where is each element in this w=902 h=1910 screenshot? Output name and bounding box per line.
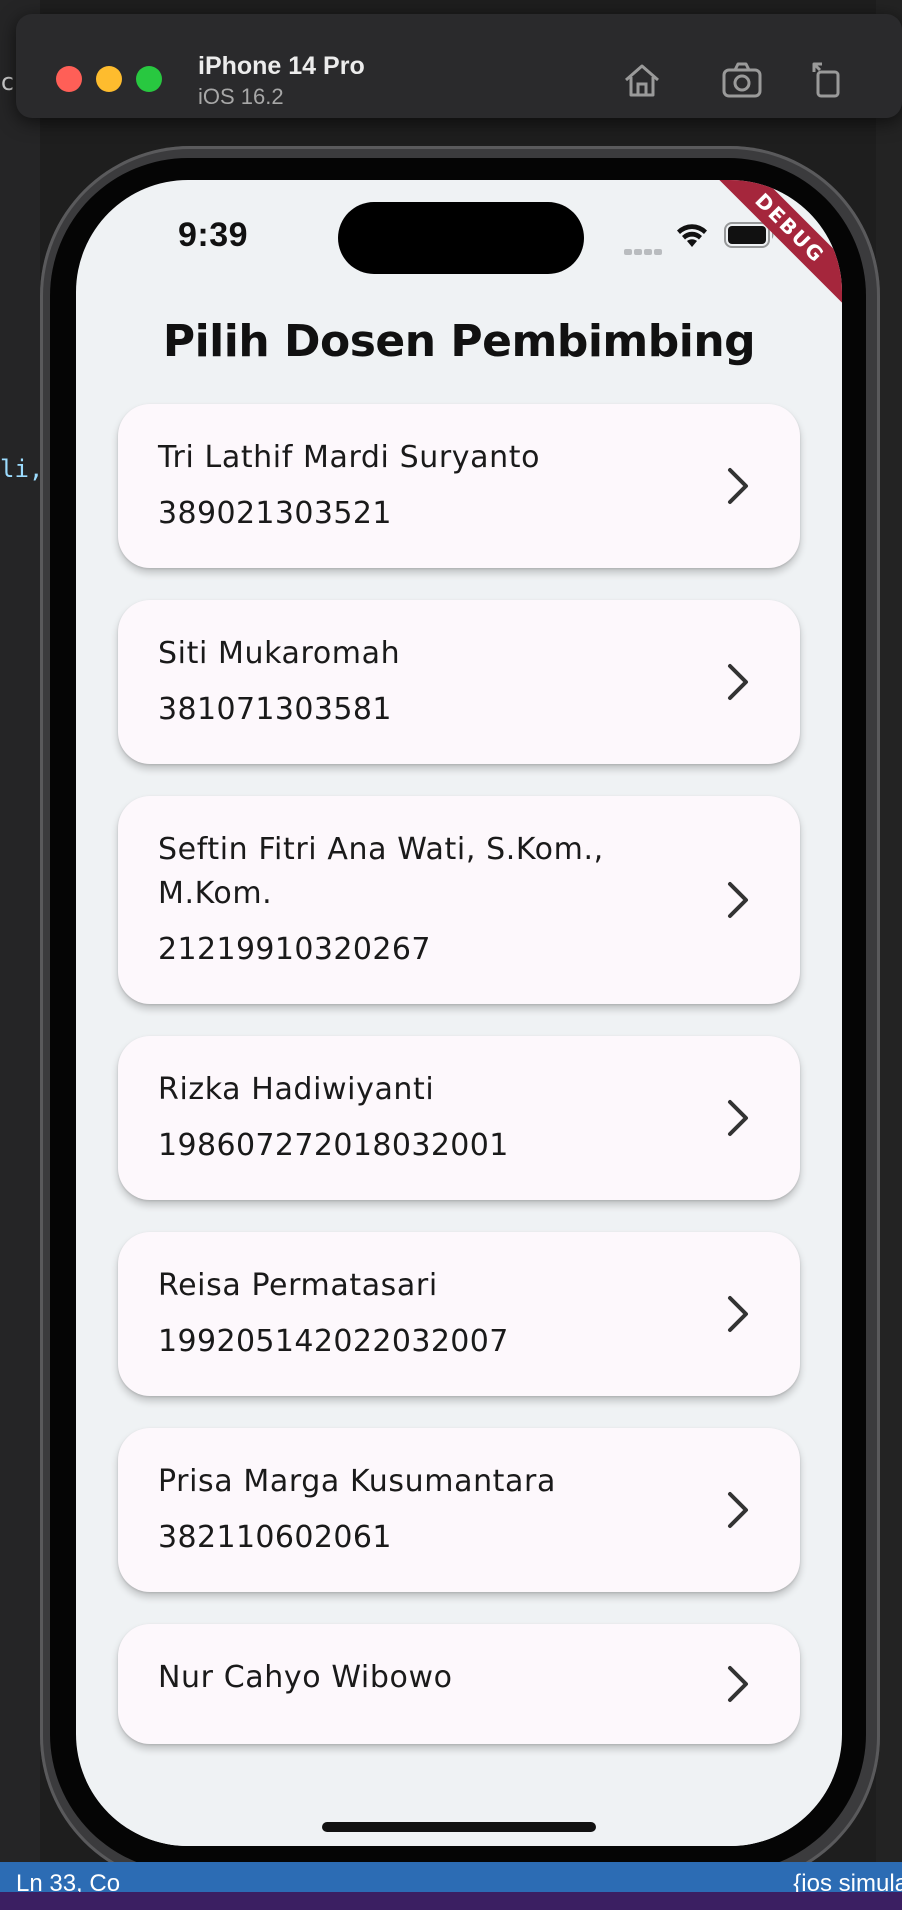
lecturer-card[interactable]: Siti Mukaromah 381071303581 — [118, 600, 800, 764]
lecturer-name: Rizka Hadiwiyanti — [158, 1072, 435, 1107]
lecturer-name: Siti Mukaromah — [158, 636, 401, 671]
cellular-signal-icon — [624, 240, 664, 255]
screen-bottom-safe-area — [76, 1780, 842, 1846]
home-indicator[interactable] — [322, 1822, 596, 1832]
chevron-right-icon — [728, 664, 748, 700]
lecturer-nip: 381071303581 — [158, 692, 392, 727]
home-icon — [625, 64, 659, 97]
screenshot-button[interactable] — [720, 58, 764, 102]
rotate-icon — [812, 62, 840, 98]
lecturer-card[interactable]: Rizka Hadiwiyanti 198607272018032001 — [118, 1036, 800, 1200]
ide-code-fragment: li, — [0, 455, 44, 483]
camera-icon — [722, 62, 762, 98]
lecturer-nip: 382110602061 — [158, 1520, 392, 1555]
lecturer-name: Prisa Marga Kusumantara — [158, 1464, 556, 1499]
chevron-right-icon — [728, 882, 748, 918]
lecturer-card[interactable]: Prisa Marga Kusumantara 382110602061 — [118, 1428, 800, 1592]
lecturer-card[interactable]: Nur Cahyo Wibowo — [118, 1624, 800, 1744]
lecturer-name: Reisa Permatasari — [158, 1268, 438, 1303]
lecturer-nip: 198607272018032001 — [158, 1128, 509, 1163]
chevron-right-icon — [728, 1100, 748, 1136]
chevron-right-icon — [728, 1296, 748, 1332]
simulator-device-name: iPhone 14 Pro — [198, 52, 365, 80]
dynamic-island — [338, 202, 584, 274]
lecturer-name: Tri Lathif Mardi Suryanto — [158, 440, 541, 475]
lecturer-card[interactable]: Reisa Permatasari 199205142022032007 — [118, 1232, 800, 1396]
lecturer-list: Tri Lathif Mardi Suryanto 389021303521 S… — [118, 404, 800, 1776]
wifi-icon — [677, 224, 707, 247]
simulator-os-version: iOS 16.2 — [198, 84, 284, 109]
close-window-button[interactable] — [56, 66, 82, 92]
lecturer-nip: 389021303521 — [158, 496, 392, 531]
chevron-right-icon — [728, 1666, 748, 1702]
chevron-right-icon — [728, 1492, 748, 1528]
lecturer-card[interactable]: Tri Lathif Mardi Suryanto 389021303521 — [118, 404, 800, 568]
home-button[interactable] — [620, 58, 664, 102]
lecturer-nip: 21219910320267 — [158, 932, 431, 967]
lecturer-nip: 199205142022032007 — [158, 1324, 509, 1359]
rotate-button[interactable] — [806, 58, 850, 102]
status-time: 9:39 — [178, 216, 249, 254]
ide-left-gutter — [0, 0, 40, 1870]
ide-bottom-edge — [0, 1892, 902, 1910]
lecturer-name: Seftin Fitri Ana Wati, S.Kom., M.Kom. — [158, 832, 604, 911]
minimize-window-button[interactable] — [96, 66, 122, 92]
page-title: Pilih Dosen Pembimbing — [162, 316, 756, 367]
lecturer-name: Nur Cahyo Wibowo — [158, 1660, 453, 1695]
chevron-right-icon — [728, 468, 748, 504]
device-screen: 9:39 DEBUG Pilih Dosen Pembimbing Tri La… — [76, 180, 842, 1846]
lecturer-card[interactable]: Seftin Fitri Ana Wati, S.Kom., M.Kom. 21… — [118, 796, 800, 1004]
simulator-titlebar: iPhone 14 Pro iOS 16.2 — [16, 14, 902, 118]
zoom-window-button[interactable] — [136, 66, 162, 92]
